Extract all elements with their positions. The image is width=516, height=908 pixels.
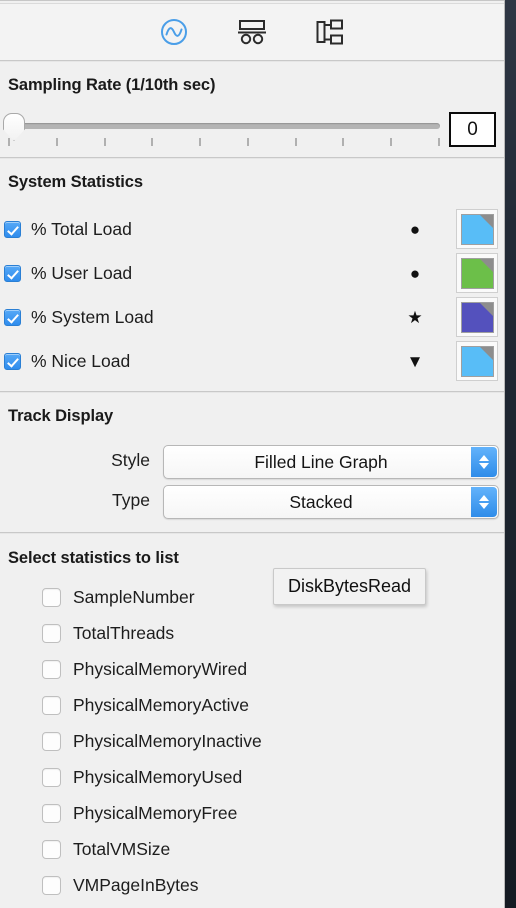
outline-tree-icon-button[interactable] <box>309 13 351 51</box>
list-item: PhysicalMemoryInactive <box>0 723 504 759</box>
swatch-fold-corner <box>479 214 493 228</box>
sampling-rate-value: 0 <box>467 118 478 140</box>
type-label: Type <box>112 490 150 510</box>
statistic-tooltip: DiskBytesRead <box>273 568 427 605</box>
list-item: PhysicalMemoryFree <box>0 795 504 831</box>
list-item: TotalVMSize <box>0 831 504 867</box>
list-item-checkbox[interactable] <box>42 875 61 895</box>
track-display-divider <box>0 532 504 534</box>
system-statistics-title: System Statistics <box>8 173 143 191</box>
slider-tick <box>151 138 154 146</box>
style-dropdown-value: Filled Line Graph <box>254 451 388 472</box>
statistic-label: % Nice Load <box>31 350 131 371</box>
statistic-label: % Total Load <box>31 218 132 239</box>
list-item-label: PhysicalMemoryUsed <box>73 766 243 787</box>
chevron-up-down-icon <box>471 487 497 517</box>
sampling-rate-slider-ticks <box>8 138 440 148</box>
statistics-divider <box>0 391 504 393</box>
sampling-rate-title: Sampling Rate (1/10th sec) <box>8 76 216 94</box>
slider-tick <box>390 138 393 146</box>
system-statistic-row: % Total Load ● <box>0 207 504 251</box>
list-item-checkbox[interactable] <box>42 839 61 859</box>
slider-tick <box>342 138 345 146</box>
list-item-checkbox[interactable] <box>42 803 61 823</box>
type-dropdown[interactable]: Stacked <box>163 485 499 519</box>
list-item: PhysicalMemoryUsed <box>0 759 504 795</box>
list-item: PhysicalMemoryWired <box>0 651 504 687</box>
system-statistic-row: % System Load ★ <box>0 295 504 339</box>
color-swatch-button[interactable] <box>456 297 498 337</box>
sampling-rate-value-field[interactable]: 0 <box>449 112 496 147</box>
swatch-fold-corner <box>479 346 493 360</box>
system-statistic-row: % User Load ● <box>0 251 504 295</box>
list-item-label: PhysicalMemoryFree <box>73 802 238 823</box>
statistic-checkbox[interactable] <box>4 264 21 282</box>
list-item: TotalThreads <box>0 615 504 651</box>
list-item-checkbox[interactable] <box>42 695 61 715</box>
list-item: SampleNumber <box>0 579 504 615</box>
toolbar-divider <box>0 60 504 62</box>
system-statistic-row: % Nice Load ▼ <box>0 339 504 383</box>
slider-tick <box>199 138 202 146</box>
color-swatch-button[interactable] <box>456 341 498 381</box>
sampling-rate-slider-thumb[interactable] <box>3 113 25 141</box>
swatch-fold-corner <box>479 258 493 272</box>
graph-wave-icon <box>161 19 187 45</box>
triangle-marker[interactable]: ▼ <box>404 353 426 370</box>
list-item: VMPageInBytes <box>0 867 504 903</box>
color-swatch-button[interactable] <box>456 253 498 293</box>
statistic-checkbox[interactable] <box>4 220 21 238</box>
list-item-checkbox[interactable] <box>42 587 61 607</box>
list-item-label: PhysicalMemoryInactive <box>73 730 262 751</box>
sampling-rate-slider-row: 0 <box>0 108 504 152</box>
list-item-label: VMPageInBytes <box>73 874 199 895</box>
view-mode-toolbar <box>0 4 504 60</box>
color-swatch <box>460 213 494 245</box>
circle-marker[interactable]: ● <box>404 265 426 282</box>
sampling-rate-slider-track[interactable] <box>8 123 440 129</box>
color-swatch <box>460 345 494 377</box>
tooltip-text: DiskBytesRead <box>288 576 412 596</box>
select-statistics-title: Select statistics to list <box>8 549 179 567</box>
slider-tick <box>246 138 249 146</box>
list-item-checkbox[interactable] <box>42 731 61 751</box>
star-marker[interactable]: ★ <box>404 309 426 326</box>
table-list-icon-button[interactable] <box>231 13 273 51</box>
list-item-label: SampleNumber <box>73 586 195 607</box>
sampling-divider <box>0 157 504 159</box>
list-item-label: PhysicalMemoryActive <box>73 694 250 715</box>
outline-tree-icon <box>316 19 343 45</box>
circle-marker[interactable]: ● <box>404 221 426 238</box>
swatch-fold-corner <box>479 302 493 316</box>
list-item: PhysicalMemoryActive <box>0 687 504 723</box>
inspector-panel: Sampling Rate (1/10th sec) 0 System Stat… <box>0 0 505 908</box>
chevron-up-down-icon <box>471 447 497 477</box>
statistic-label: % User Load <box>31 262 133 283</box>
style-label: Style <box>111 450 150 470</box>
slider-tick <box>8 138 10 146</box>
color-swatch-button[interactable] <box>456 209 498 249</box>
list-item-label: TotalThreads <box>73 622 175 643</box>
list-item-label: TotalVMSize <box>73 838 171 859</box>
graph-wave-icon-button[interactable] <box>153 13 195 51</box>
list-item-checkbox[interactable] <box>42 767 61 787</box>
list-item-label: PhysicalMemoryWired <box>73 658 248 679</box>
slider-tick <box>103 138 106 146</box>
statistic-label: % System Load <box>31 306 154 327</box>
statistic-checkbox[interactable] <box>4 352 21 370</box>
list-item-checkbox[interactable] <box>42 659 61 679</box>
slider-tick <box>438 138 440 146</box>
color-swatch <box>460 257 494 289</box>
style-dropdown[interactable]: Filled Line Graph <box>163 445 499 479</box>
color-swatch <box>460 301 494 333</box>
slider-tick <box>55 138 58 146</box>
track-display-title: Track Display <box>8 407 114 425</box>
statistic-checkbox[interactable] <box>4 308 21 326</box>
window-top-hairline <box>0 0 504 1</box>
table-list-icon <box>238 20 266 45</box>
slider-tick <box>294 138 297 146</box>
list-item-checkbox[interactable] <box>42 623 61 643</box>
type-dropdown-value: Stacked <box>289 491 353 512</box>
